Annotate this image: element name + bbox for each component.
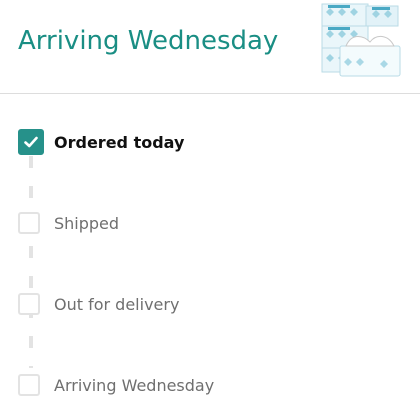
step-out-for-delivery: Out for delivery [18, 291, 179, 317]
progress-rail [29, 156, 33, 368]
step-label: Ordered today [54, 132, 185, 152]
step-pending-checkbox [18, 374, 40, 396]
product-thumbnail[interactable] [316, 2, 402, 80]
delivery-progress-tracker: Ordered today Shipped Out for delivery A… [0, 94, 420, 420]
step-label: Shipped [54, 213, 120, 233]
tissue-box-front [339, 36, 401, 77]
step-pending-checkbox [18, 212, 40, 234]
step-label: Out for delivery [54, 294, 180, 314]
step-arriving: Arriving Wednesday [18, 372, 214, 398]
delivery-status-card: Arriving Wednesday Ordered today Shipped… [0, 0, 420, 420]
step-shipped: Shipped [18, 210, 119, 236]
check-icon [24, 136, 38, 148]
delivery-title: Arriving Wednesday [18, 26, 279, 56]
delivery-header: Arriving Wednesday [0, 0, 420, 94]
step-label: Arriving Wednesday [54, 375, 215, 395]
step-pending-checkbox [18, 293, 40, 315]
step-ordered: Ordered today [18, 129, 184, 155]
step-complete-checkbox [18, 129, 44, 155]
